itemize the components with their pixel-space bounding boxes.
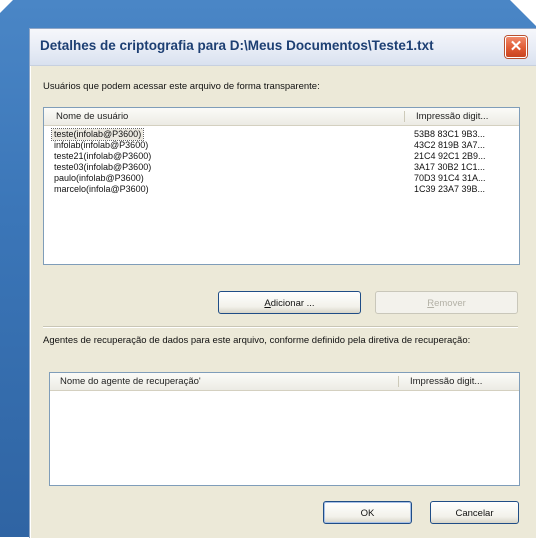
recovery-list-header: Nome do agente de recuperação' Impressão… <box>50 373 519 391</box>
recovery-agents-list[interactable]: Nome do agente de recuperação' Impressão… <box>49 372 520 486</box>
column-header-fingerprint[interactable]: Impressão digit... <box>416 108 488 125</box>
window-title: Detalhes de criptografia para D:\Meus Do… <box>40 38 434 53</box>
user-fingerprint: 1C39 23A7 39B... <box>414 184 486 194</box>
user-row[interactable]: teste21(infolab@P3600) 21C4 92C1 2B9... <box>54 151 509 162</box>
user-name: teste(infolab@P3600) <box>50 128 145 141</box>
remove-button[interactable]: Remover <box>375 291 518 314</box>
column-separator[interactable] <box>404 111 405 122</box>
user-fingerprint: 21C4 92C1 2B9... <box>414 151 486 161</box>
add-button-label: dicionar ... <box>270 298 315 309</box>
close-icon: ✕ <box>509 38 523 55</box>
section-divider <box>43 326 518 328</box>
add-button[interactable]: Adicionar ... <box>218 291 361 314</box>
column-header-user-name[interactable]: Nome de usuário <box>56 108 128 125</box>
user-name: marcelo(infola@P3600) <box>54 184 149 194</box>
user-name: infolab(infolab@P3600) <box>54 140 149 150</box>
user-row[interactable]: teste03(infolab@P3600) 3A17 30B2 1C1... <box>54 162 509 173</box>
user-name: teste03(infolab@P3600) <box>54 162 152 172</box>
column-separator[interactable] <box>398 376 399 387</box>
user-fingerprint: 43C2 819B 3A7... <box>414 140 486 150</box>
users-section-label: Usuários que podem acessar este arquivo … <box>43 81 320 92</box>
encryption-details-dialog: Detalhes de criptografia para D:\Meus Do… <box>29 28 536 538</box>
user-row[interactable]: teste(infolab@P3600) 53B8 83C1 9B3... <box>50 128 509 141</box>
user-fingerprint: 70D3 91C4 31A... <box>414 173 486 183</box>
user-name: paulo(infolab@P3600) <box>54 173 144 183</box>
title-bar[interactable]: Detalhes de criptografia para D:\Meus Do… <box>30 29 536 66</box>
users-list-header: Nome de usuário Impressão digit... <box>44 108 519 126</box>
user-row[interactable]: paulo(infolab@P3600) 70D3 91C4 31A... <box>54 173 509 184</box>
user-row[interactable]: marcelo(infola@P3600) 1C39 23A7 39B... <box>54 184 509 195</box>
user-row[interactable]: infolab(infolab@P3600) 43C2 819B 3A7... <box>54 140 509 151</box>
user-name: teste21(infolab@P3600) <box>54 151 152 161</box>
recovery-section-label: Agentes de recuperação de dados para est… <box>43 335 471 346</box>
user-fingerprint: 3A17 30B2 1C1... <box>414 162 486 172</box>
ok-button[interactable]: OK <box>323 501 412 524</box>
column-header-fingerprint[interactable]: Impressão digit... <box>410 373 482 390</box>
close-button[interactable]: ✕ <box>505 36 527 58</box>
cancel-button[interactable]: Cancelar <box>430 501 519 524</box>
user-fingerprint: 53B8 83C1 9B3... <box>414 129 486 139</box>
users-list[interactable]: Nome de usuário Impressão digit... teste… <box>43 107 520 265</box>
remove-button-label: emover <box>434 298 466 309</box>
column-header-agent-name[interactable]: Nome do agente de recuperação' <box>60 373 201 390</box>
